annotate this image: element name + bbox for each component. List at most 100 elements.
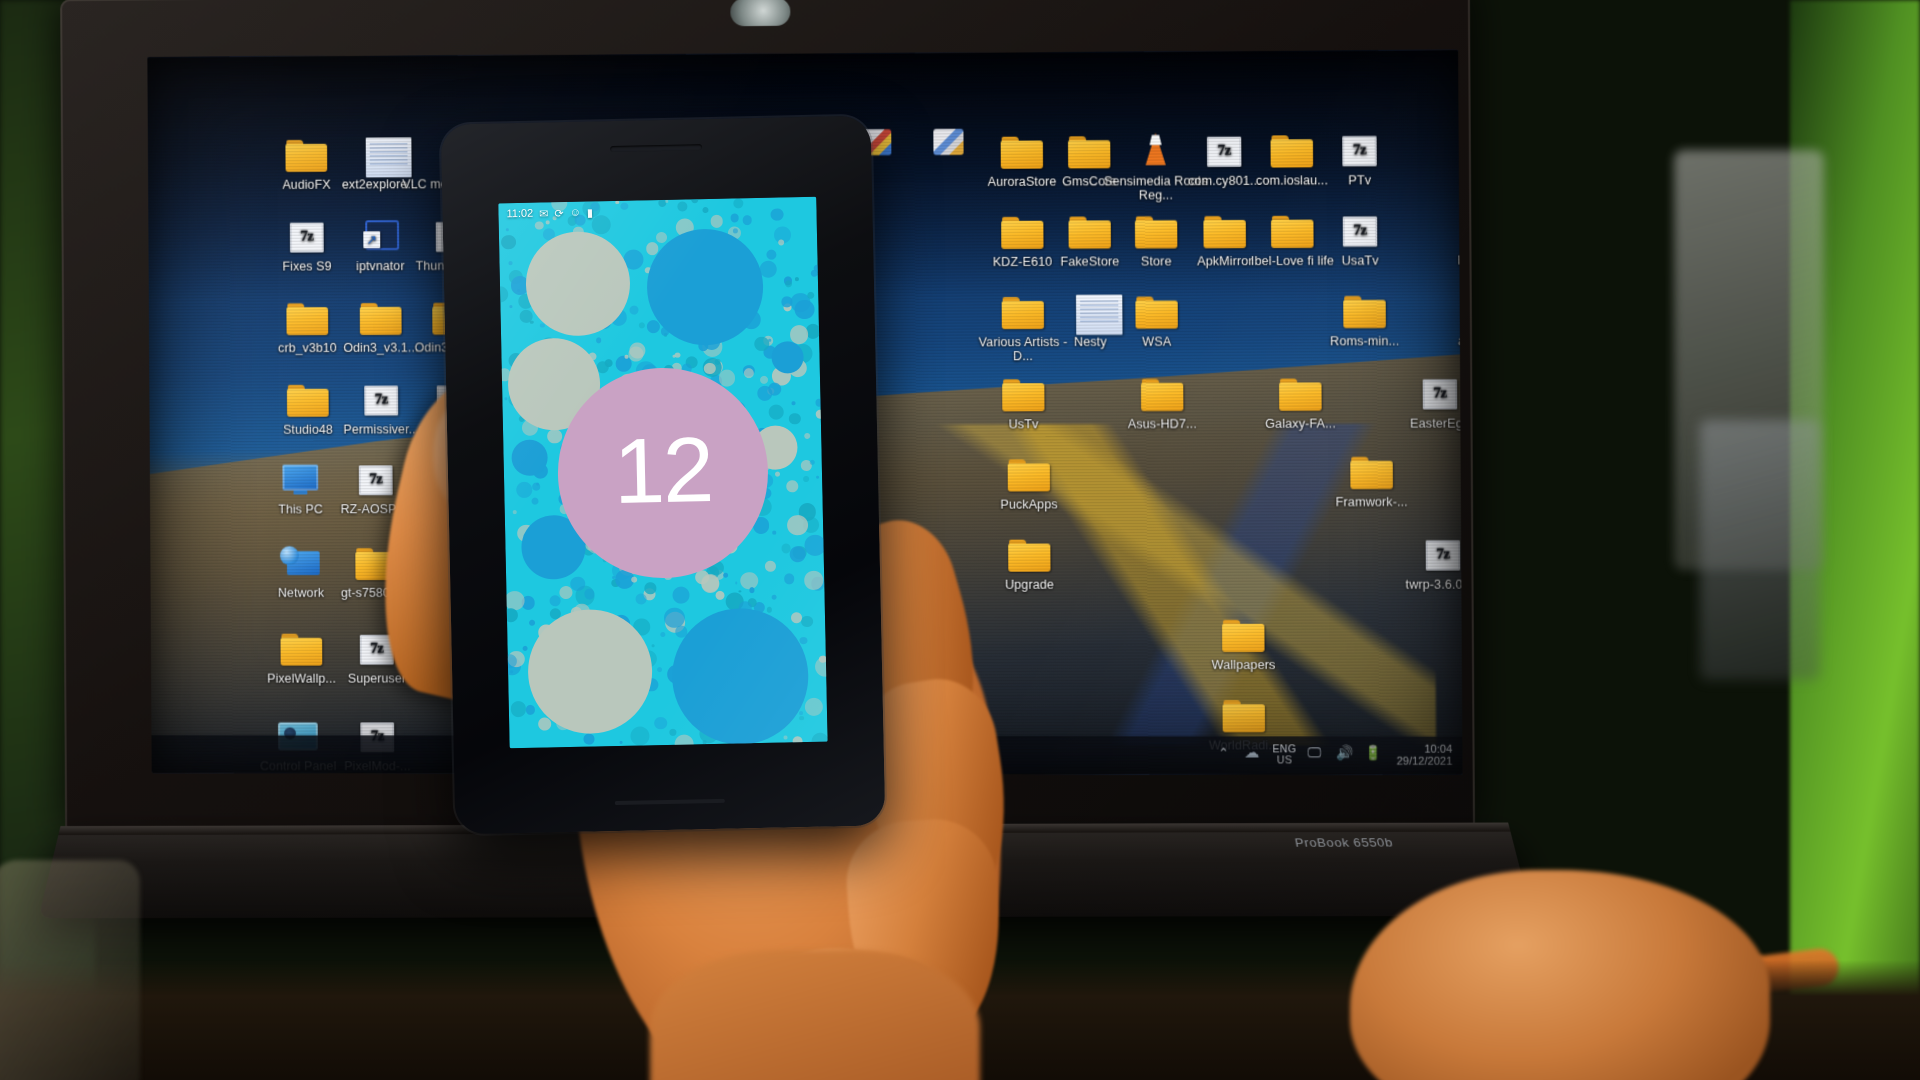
desktop-icon[interactable]: UsTv <box>971 373 1076 432</box>
folder-icon <box>1220 694 1267 734</box>
folder-icon <box>500 458 546 498</box>
sevenzip-icon: 7z <box>358 379 404 419</box>
desktop-icon[interactable] <box>689 126 793 171</box>
glass-cup <box>0 860 140 1080</box>
taskbar-app-media[interactable] <box>769 749 793 772</box>
folder-icon <box>1133 290 1180 330</box>
desktop-icon-label: twrp-3.6.0_... <box>1405 577 1463 592</box>
desktop-icon[interactable]: 7zPixelCons-... <box>1441 209 1463 268</box>
desktop-icon-label: Roms-min... <box>1330 334 1400 349</box>
folder-icon <box>283 134 329 174</box>
sevenzip-glyph: 7z <box>1206 136 1242 167</box>
sevenzip-icon: 7z <box>1417 372 1463 412</box>
laptop: AudioFX ext2explore... VLC media player log… <box>25 0 1532 919</box>
tuneblade-icon <box>427 628 473 668</box>
laptop-keyboard-deck: ProBook 6550b <box>38 822 1532 919</box>
desktop-icon[interactable]: Galaxy-FA... <box>1248 372 1353 431</box>
folder-icon <box>358 297 404 337</box>
folder-icon <box>353 542 399 582</box>
misc-app-icon <box>718 126 764 166</box>
desktop-icon[interactable]: default_w... <box>549 214 653 273</box>
sevenzip-icon: 7z <box>284 216 330 256</box>
battery-icon[interactable] <box>1364 748 1381 764</box>
taskbar-clock[interactable]: 10:04 29/12/2021 <box>1396 743 1453 768</box>
bandicam-icon <box>500 542 546 582</box>
desktop-icon-label: logo <box>514 176 539 191</box>
misc-app-icon <box>925 121 971 161</box>
desktop-icon[interactable]: gt-s7580-tr... <box>325 542 429 600</box>
desktop-icon-label: WSA <box>1142 334 1172 349</box>
webcam-icon <box>730 0 791 27</box>
desktop-icon[interactable]: Asus-HD7... <box>1110 373 1215 432</box>
desktop-icon[interactable]: 7z UsaTv <box>1307 209 1413 268</box>
desktop-icon[interactable]: Framwork-... <box>1319 451 1425 510</box>
desktop-icon-grid: AudioFX ext2explore... VLC media player log… <box>147 50 1463 775</box>
sevenzip-icon: 7z <box>431 378 477 418</box>
cloud-icon[interactable] <box>1244 747 1261 763</box>
shortcut-link-icon: ↗ <box>357 215 403 255</box>
sevenzip-glyph: 7z <box>1342 135 1377 167</box>
desktop-icon[interactable]: PuckApps <box>976 453 1081 512</box>
speaker-icon[interactable] <box>1336 747 1353 763</box>
desktop-icon[interactable]: 7z twrp-3.6.0_... <box>1390 533 1463 592</box>
taskbar-app-explorer[interactable] <box>737 749 761 772</box>
desktop-icon[interactable]: logo <box>475 133 579 192</box>
desktop-icon[interactable]: Odin3_v1.8... <box>550 378 654 437</box>
desktop-icon[interactable]: Upgrade <box>977 534 1082 593</box>
desktop-icon-label: Odin3_v1.8... <box>564 422 640 437</box>
desktop-icon[interactable]: WSA <box>1104 290 1209 349</box>
desktop-icon[interactable]: 7z PTv <box>1307 129 1413 188</box>
laptop-model-label: ProBook 6550b <box>1293 835 1395 850</box>
vlc-cone-icon <box>504 215 550 255</box>
sevenzip-glyph: 7z <box>359 634 394 665</box>
misc-glyph <box>933 128 964 156</box>
desktop-icon-label: UsTv <box>1008 417 1039 432</box>
desktop-icon-label: Tools to install Andr... <box>483 502 563 530</box>
sevenzip-glyph: 7z <box>289 222 324 253</box>
sevenzip-icon: 7z <box>1336 129 1383 169</box>
misc-app-icon <box>648 126 694 166</box>
folder-icon <box>278 628 324 668</box>
desktop-icon[interactable]: Wallpapers <box>1191 614 1296 673</box>
show-hidden-icons-chevron[interactable] <box>1216 747 1233 763</box>
system-tray[interactable]: ENG US 10:04 29/12/2021 <box>1216 743 1452 767</box>
desktop-icon[interactable]: 7znet.osmand <box>1440 128 1463 187</box>
clock-time: 10:04 <box>1424 743 1453 756</box>
blue-monitor-icon <box>277 459 323 499</box>
desktop-icon[interactable]: Fixes S9 <box>550 296 654 355</box>
desktop-icon-label: default_w... <box>569 258 634 273</box>
desktop-icon[interactable]: 7za12-boot-o... <box>1441 289 1463 348</box>
sevenzip-icon: 7z <box>1420 533 1463 573</box>
language-indicator[interactable]: ENG US <box>1272 743 1296 766</box>
desktop-icon[interactable]: Roms-min... <box>1312 290 1418 349</box>
laptop-bezel: AudioFX ext2explore... VLC media player log… <box>60 0 1476 832</box>
sevenzip-glyph: 7z <box>358 465 393 496</box>
sevenzip-icon: 7z <box>1337 209 1384 249</box>
blue-monitor-icon <box>578 214 624 254</box>
misc-glyph <box>656 134 687 161</box>
sevenzip-glyph: 7z <box>511 385 546 416</box>
desktop-icon[interactable]: Bandicam <box>471 542 575 600</box>
folder-icon <box>1341 290 1388 330</box>
desktop-icon-label: a12-boot-o... <box>1457 333 1463 348</box>
desktop-icon[interactable]: TuneBlade <box>398 628 502 686</box>
desktop-icon-label: EasterEgg <box>1410 416 1463 431</box>
taskbar[interactable]: ENG US 10:04 29/12/2021 <box>151 735 1463 775</box>
folder-icon <box>578 296 624 336</box>
desktop-icon-label: UsaTv <box>1341 253 1379 268</box>
desktop-icon-label: Framwork-... <box>1335 495 1408 510</box>
desktop-icon[interactable]: 7z EasterEgg <box>1387 372 1463 431</box>
desktop-icon-label: Asus-HD7... <box>1127 416 1197 432</box>
taskbar-pinned-apps[interactable] <box>737 749 793 772</box>
sevenzip-glyph: 7z <box>435 221 470 252</box>
sevenzip-icon: 7z <box>430 215 476 255</box>
desktop-icon-label: Fixes S9 <box>577 340 627 355</box>
monitor-network-icon[interactable] <box>1308 747 1325 763</box>
folder-icon <box>284 297 330 337</box>
desktop-icon-label: net.osmand <box>1459 172 1463 187</box>
sevenzip-glyph: 7z <box>1342 216 1378 247</box>
desktop-icon[interactable]: Tools to install Andr... <box>471 458 575 530</box>
shortcut-arrow-icon: ↗ <box>366 232 378 248</box>
desktop-icon-label: Camtasia <box>644 170 699 185</box>
desktop-icon-label: PixelCons-... <box>1457 253 1463 268</box>
